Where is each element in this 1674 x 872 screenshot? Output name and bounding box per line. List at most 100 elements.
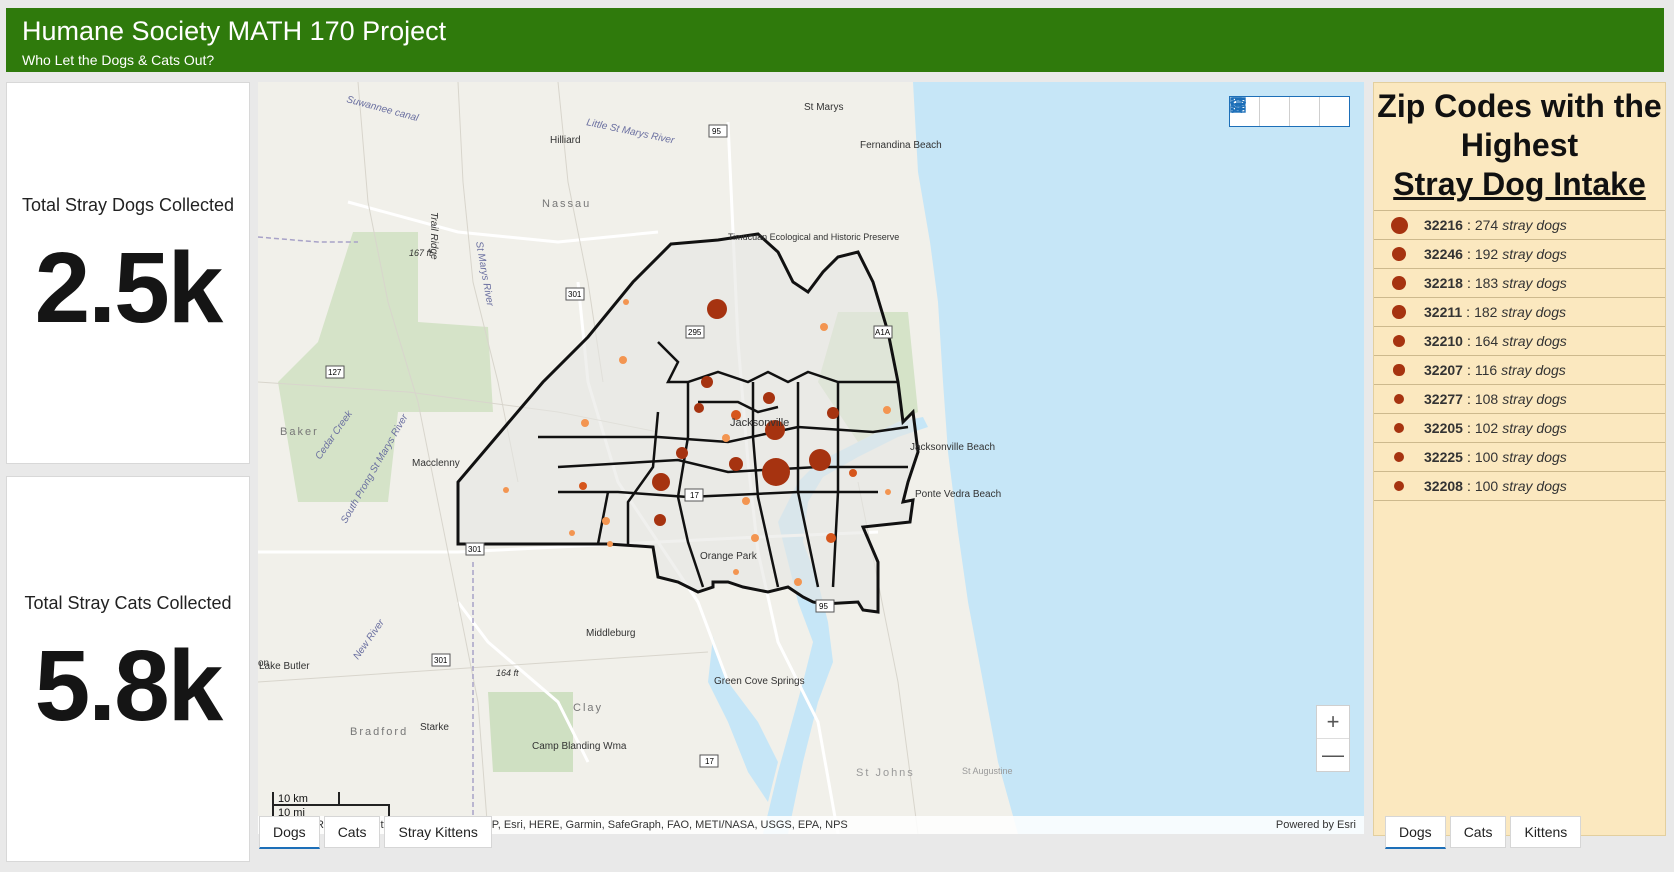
intake-point[interactable] [607,541,613,547]
map-label: Nassau [542,198,591,210]
map-tabs: Dogs Cats Stray Kittens [259,816,492,849]
stray-unit: stray dogs [1502,449,1567,465]
powered-by-esri[interactable]: Powered by Esri [1276,816,1356,834]
separator: : [1466,449,1471,465]
point-32246[interactable] [809,449,831,471]
intake-point[interactable] [794,578,802,586]
zip-list: 32216:274 stray dogs 32246:192 stray dogs 32… [1374,210,1665,501]
tab-dogs[interactable]: Dogs [1385,816,1446,849]
point-32205[interactable] [701,376,713,388]
map-label: Baker [280,426,319,438]
svg-text:17: 17 [690,491,699,500]
zip-list-item[interactable]: 32246:192 stray dogs [1374,240,1665,269]
intake-point[interactable] [602,517,610,525]
intake-point[interactable] [849,469,857,477]
point-32210[interactable] [652,473,670,491]
map-label: St Augustine [962,766,1013,776]
intake-point[interactable] [623,299,629,305]
tab-kittens[interactable]: Kittens [1510,816,1582,848]
dogs-indicator-label: Total Stray Dogs Collected [21,195,235,215]
intake-point[interactable] [885,489,891,495]
zip-list-item[interactable]: 32225:100 stray dogs [1374,443,1665,472]
intake-dot-icon [1392,247,1406,261]
intake-point[interactable] [826,533,836,543]
zip-code: 32216 [1424,217,1463,233]
stray-count: 108 [1474,391,1499,407]
intake-point[interactable] [820,323,828,331]
separator: : [1466,304,1471,320]
zoom-in-button[interactable]: + [1317,706,1349,739]
separator: : [1466,362,1471,378]
zip-list-item[interactable]: 32211:182 stray dogs [1374,298,1665,327]
zip-list-item[interactable]: 32210:164 stray dogs [1374,327,1665,356]
zip-code: 32246 [1424,246,1463,262]
separator: : [1466,478,1471,494]
stray-unit: stray dogs [1502,333,1567,349]
svg-text:95: 95 [819,602,828,611]
zip-list-item[interactable]: 32208:100 stray dogs [1374,472,1665,501]
header-bar: Humane Society MATH 170 Project Who Let … [6,8,1664,72]
tab-cats[interactable]: Cats [323,816,381,848]
point-32207[interactable] [729,457,743,471]
legend-list-icon[interactable] [1231,97,1290,126]
dot-cell [1374,364,1424,376]
tab-stray-kittens[interactable]: Stray Kittens [384,816,492,848]
intake-point[interactable] [733,569,739,575]
scale-bar: 10 km 10 mi [272,792,390,819]
map-label: St Marys [804,102,843,113]
intake-point[interactable] [694,403,704,413]
panel-title-line: Highest [1460,127,1579,163]
stray-count: 100 [1474,449,1499,465]
map-canvas[interactable]: Suwannee canal Hilliard Little St Marys … [258,82,1364,834]
dot-cell [1374,393,1424,405]
map-view[interactable]: Suwannee canal Hilliard Little St Marys … [258,82,1364,834]
map-label: Hilliard [550,135,581,146]
intake-point[interactable] [654,514,666,526]
zip-list-item[interactable]: 32277:108 stray dogs [1374,385,1665,414]
intake-point[interactable] [503,487,509,493]
intake-point[interactable] [579,482,587,490]
stray-unit: stray dogs [1502,217,1567,233]
map-label: Bradford [350,726,408,738]
layers-icon[interactable] [1230,97,1320,126]
map-label: 167 ft [409,248,432,258]
point-32216[interactable] [762,458,790,486]
zip-code: 32225 [1424,449,1463,465]
svg-text:301: 301 [568,290,582,299]
dot-cell [1374,480,1424,492]
point-32208[interactable] [676,447,688,459]
panel-tabs: Dogs Cats Kittens [1385,816,1582,849]
tab-cats[interactable]: Cats [1449,816,1507,848]
intake-point[interactable] [883,406,891,414]
intake-dot-icon [1392,276,1406,290]
highway-shield: 301 [465,542,485,556]
map-label: Ponte Vedra Beach [915,489,1001,500]
zip-list-item[interactable]: 32218:183 stray dogs [1374,269,1665,298]
zip-list-item[interactable]: 32207:116 stray dogs [1374,356,1665,385]
dot-cell [1374,451,1424,463]
stray-count: 116 [1474,362,1498,378]
zip-code: 32277 [1424,391,1463,407]
tab-dogs[interactable]: Dogs [259,816,320,849]
point-32277[interactable] [827,407,839,419]
intake-point[interactable] [581,419,589,427]
svg-text:17: 17 [705,757,714,766]
dot-cell [1374,305,1424,319]
dashboard-subtitle: Who Let the Dogs & Cats Out? [22,52,215,68]
cats-indicator-label: Total Stray Cats Collected [24,593,232,613]
intake-point[interactable] [569,530,575,536]
basemap-gallery-icon[interactable] [1230,97,1349,126]
point-32218[interactable] [707,299,727,319]
intake-dot-icon [1393,364,1405,376]
zoom-out-button[interactable]: — [1317,739,1349,771]
zip-list-item[interactable]: 32205:102 stray dogs [1374,414,1665,443]
intake-point[interactable] [722,434,730,442]
zip-code: 32208 [1424,478,1463,494]
stray-unit: stray dogs [1502,246,1567,262]
intake-point[interactable] [742,497,750,505]
zip-list-item[interactable]: 32216:274 stray dogs [1374,211,1665,240]
intake-point[interactable] [751,534,759,542]
point-32225[interactable] [763,392,775,404]
map-label: Clay [573,702,603,714]
intake-point[interactable] [619,356,627,364]
